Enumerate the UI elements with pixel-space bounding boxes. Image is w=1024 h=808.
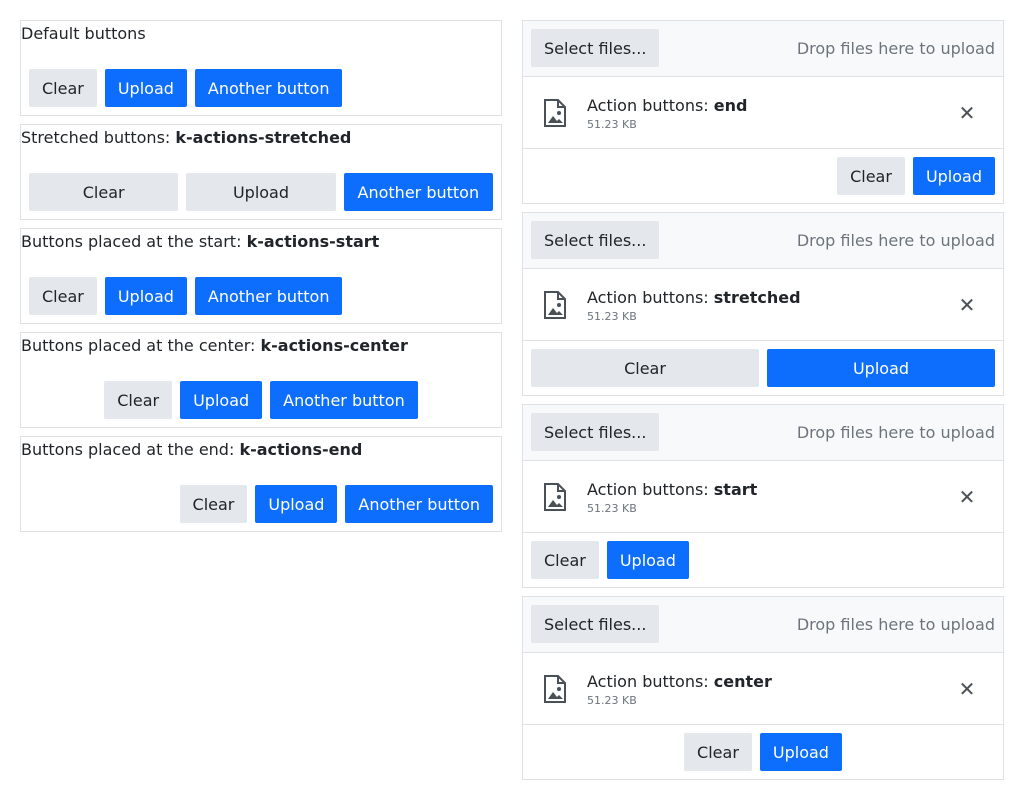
image-file-icon [544, 99, 566, 127]
clear-button[interactable]: Clear [29, 277, 97, 315]
file-item: Action buttons: start 51.23 KB ✕ [523, 461, 1003, 533]
file-name: Action buttons: center [587, 672, 772, 691]
remove-file-icon[interactable]: ✕ [955, 101, 979, 125]
upload-actions: Clear Upload [531, 349, 995, 387]
remove-file-icon[interactable]: ✕ [955, 293, 979, 317]
drop-hint: Drop files here to upload [796, 231, 995, 250]
start-buttons-demo: Buttons placed at the start: k-actions-s… [20, 228, 502, 324]
another-button[interactable]: Another button [194, 277, 343, 315]
another-button[interactable]: Another button [270, 381, 418, 419]
action-buttons: Clear Upload Another button [29, 485, 493, 523]
clear-button[interactable]: Clear [179, 485, 248, 523]
demo-title: Buttons placed at the start: k-actions-s… [21, 232, 380, 251]
demo-title: Buttons placed at the center: k-actions-… [21, 336, 408, 355]
upload-button[interactable]: Upload [767, 349, 995, 387]
file-item: Action buttons: center 51.23 KB ✕ [523, 653, 1003, 725]
upload-button[interactable]: Upload [104, 277, 187, 315]
demo-title: Buttons placed at the end: k-actions-end [21, 440, 363, 459]
upload-dropzone[interactable]: Select files... Drop files here to uploa… [523, 213, 1003, 269]
select-files-button[interactable]: Select files... [531, 413, 660, 451]
another-button[interactable]: Another button [345, 485, 493, 523]
upload-dropzone[interactable]: Select files... Drop files here to uploa… [523, 21, 1003, 77]
drop-hint: Drop files here to upload [796, 615, 995, 634]
clear-button[interactable]: Clear [104, 381, 173, 419]
action-buttons: Clear Upload Another button [29, 277, 493, 315]
upload-widget-center: Select files... Drop files here to uploa… [522, 596, 1004, 780]
upload-actions: Clear Upload [531, 733, 995, 771]
upload-button[interactable]: Upload [104, 69, 187, 107]
file-name: Action buttons: end [587, 96, 748, 115]
upload-dropzone[interactable]: Select files... Drop files here to uploa… [523, 597, 1003, 653]
center-buttons-demo: Buttons placed at the center: k-actions-… [20, 332, 502, 428]
upload-actions: Clear Upload [531, 541, 995, 579]
action-buttons: Clear Upload Another button [29, 173, 493, 211]
another-button[interactable]: Another button [194, 69, 343, 107]
upload-widget-end: Select files... Drop files here to uploa… [522, 20, 1004, 204]
upload-button[interactable]: Upload [186, 173, 336, 211]
select-files-button[interactable]: Select files... [531, 221, 660, 259]
right-column: Select files... Drop files here to uploa… [522, 20, 1004, 788]
clear-button[interactable]: Clear [684, 733, 752, 771]
file-size: 51.23 KB [587, 694, 637, 707]
demo-title: Stretched buttons: k-actions-stretched [21, 128, 352, 147]
file-name: Action buttons: stretched [587, 288, 801, 307]
upload-dropzone[interactable]: Select files... Drop files here to uploa… [523, 405, 1003, 461]
clear-button[interactable]: Clear [531, 541, 599, 579]
image-file-icon [544, 675, 566, 703]
drop-hint: Drop files here to upload [796, 423, 995, 442]
upload-actions: Clear Upload [531, 157, 995, 195]
file-item: Action buttons: end 51.23 KB ✕ [523, 77, 1003, 149]
file-name: Action buttons: start [587, 480, 758, 499]
end-buttons-demo: Buttons placed at the end: k-actions-end… [20, 436, 502, 532]
drop-hint: Drop files here to upload [796, 39, 995, 58]
upload-button[interactable]: Upload [912, 157, 995, 195]
upload-widget-stretched: Select files... Drop files here to uploa… [522, 212, 1004, 396]
file-size: 51.23 KB [587, 502, 637, 515]
left-column: Default buttons Clear Upload Another but… [20, 20, 502, 540]
action-buttons: Clear Upload Another button [29, 381, 493, 419]
another-button[interactable]: Another button [343, 173, 493, 211]
select-files-button[interactable]: Select files... [531, 29, 660, 67]
image-file-icon [544, 291, 566, 319]
file-item: Action buttons: stretched 51.23 KB ✕ [523, 269, 1003, 341]
clear-button[interactable]: Clear [29, 69, 97, 107]
upload-button[interactable]: Upload [255, 485, 338, 523]
demo-title: Default buttons [21, 24, 146, 43]
clear-button[interactable]: Clear [29, 173, 179, 211]
default-buttons-demo: Default buttons Clear Upload Another but… [20, 20, 502, 116]
clear-button[interactable]: Clear [531, 349, 759, 387]
remove-file-icon[interactable]: ✕ [955, 485, 979, 509]
clear-button[interactable]: Clear [837, 157, 905, 195]
upload-button[interactable]: Upload [180, 381, 263, 419]
image-file-icon [544, 483, 566, 511]
remove-file-icon[interactable]: ✕ [955, 677, 979, 701]
action-buttons: Clear Upload Another button [29, 69, 493, 107]
stretched-buttons-demo: Stretched buttons: k-actions-stretched C… [20, 124, 502, 220]
upload-button[interactable]: Upload [606, 541, 689, 579]
file-size: 51.23 KB [587, 310, 637, 323]
upload-widget-start: Select files... Drop files here to uploa… [522, 404, 1004, 588]
select-files-button[interactable]: Select files... [531, 605, 660, 643]
file-size: 51.23 KB [587, 118, 637, 131]
upload-button[interactable]: Upload [759, 733, 842, 771]
